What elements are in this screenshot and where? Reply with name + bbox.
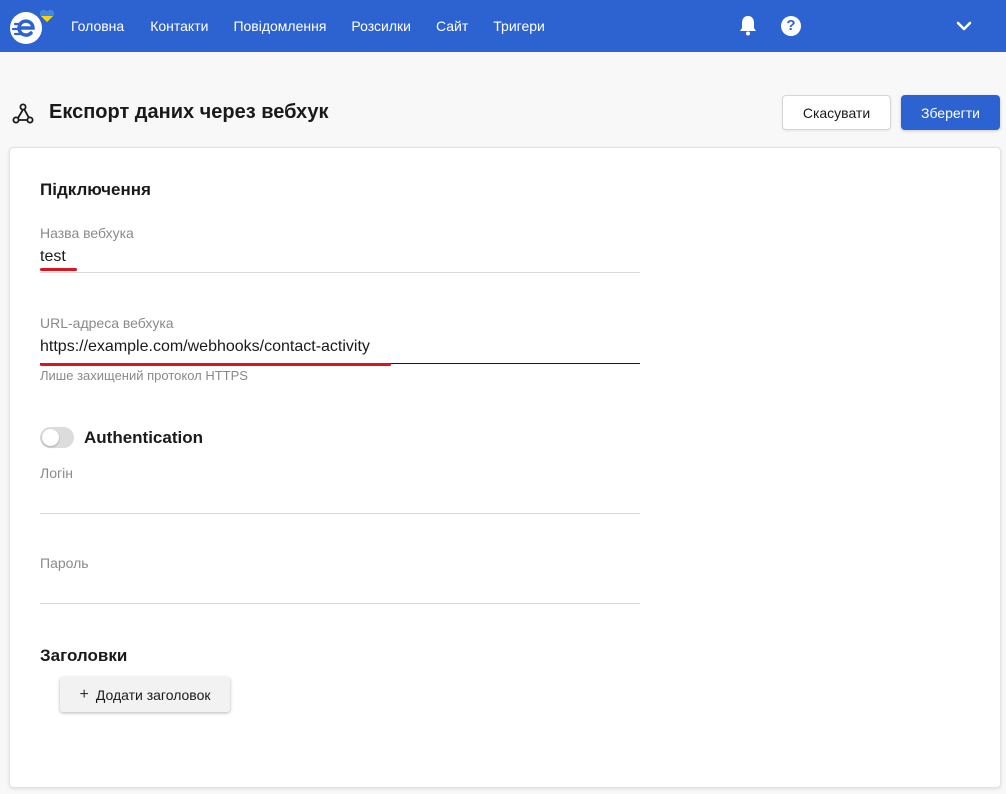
- bell-icon[interactable]: [738, 14, 758, 36]
- help-icon[interactable]: ?: [781, 16, 801, 36]
- password-label: Пароль: [40, 555, 89, 571]
- authentication-toggle[interactable]: [40, 427, 74, 448]
- nav-item-contacts[interactable]: Контакти: [150, 18, 208, 34]
- save-button[interactable]: Зберегти: [901, 95, 1000, 130]
- main-nav: Головна Контакти Повідомлення Розсилки С…: [71, 0, 570, 52]
- webhook-name-label: Назва вебхука: [40, 225, 134, 241]
- nav-item-site[interactable]: Сайт: [436, 18, 468, 34]
- webhook-name-underline: [40, 272, 640, 273]
- webhook-icon: [12, 103, 34, 124]
- webhook-url-label: URL-адреса вебхука: [40, 315, 174, 331]
- connection-section-title: Підключення: [40, 180, 151, 199]
- login-input[interactable]: [40, 486, 640, 512]
- webhook-url-hint: Лише захищений протокол HTTPS: [40, 368, 248, 383]
- toggle-knob: [42, 429, 59, 446]
- nav-item-triggers[interactable]: Тригери: [493, 18, 545, 34]
- name-highlight-mark: [40, 268, 77, 271]
- nav-item-messages[interactable]: Повідомлення: [233, 18, 326, 34]
- password-underline: [40, 603, 640, 604]
- chevron-down-icon[interactable]: [956, 19, 972, 33]
- login-underline: [40, 513, 640, 514]
- nav-item-campaigns[interactable]: Розсилки: [351, 18, 411, 34]
- password-input[interactable]: [40, 576, 640, 602]
- nav-item-home[interactable]: Головна: [71, 18, 124, 34]
- plus-icon: +: [79, 685, 89, 703]
- headers-section-title: Заголовки: [40, 646, 128, 665]
- cancel-button[interactable]: Скасувати: [782, 95, 891, 130]
- logo-icon[interactable]: [9, 6, 57, 46]
- top-nav-bar: Головна Контакти Повідомлення Розсилки С…: [0, 0, 1006, 52]
- login-label: Логін: [40, 465, 73, 481]
- page-title: Експорт даних через вебхук: [49, 101, 329, 123]
- webhook-url-input[interactable]: https://example.com/webhooks/contact-act…: [40, 338, 370, 356]
- url-highlight-mark: [40, 363, 391, 366]
- authentication-label: Authentication: [84, 428, 203, 447]
- add-header-button[interactable]: + Додати заголовок: [60, 677, 230, 712]
- webhook-name-input[interactable]: test: [40, 248, 66, 266]
- add-header-label: Додати заголовок: [95, 686, 211, 703]
